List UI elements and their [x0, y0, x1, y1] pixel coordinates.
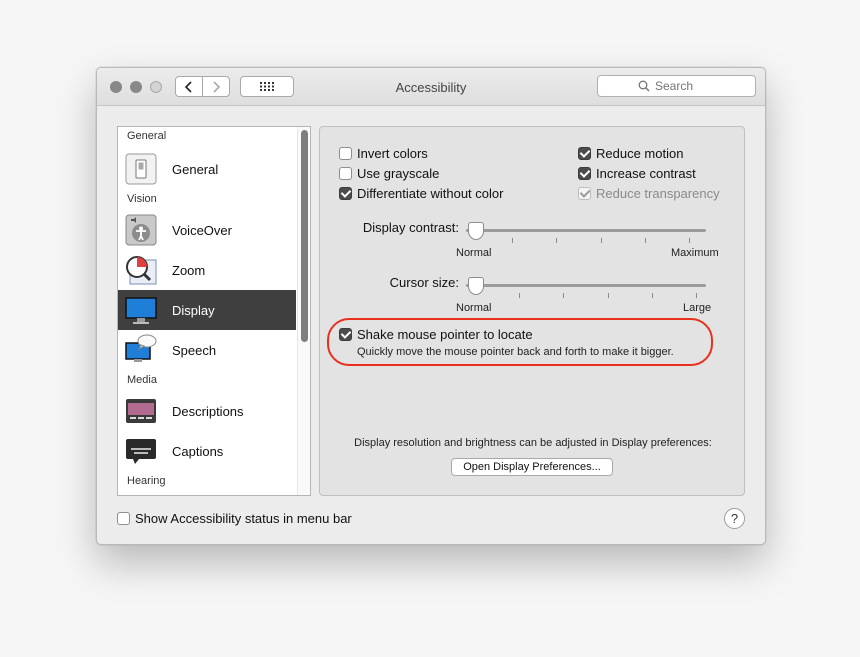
sidebar-item-label: Descriptions: [172, 403, 244, 419]
invert-colors-checkbox[interactable]: Invert colors: [339, 146, 428, 161]
sidebar-scrollbar[interactable]: [297, 127, 310, 495]
slider-track[interactable]: [466, 229, 706, 232]
checkbox-label: Shake mouse pointer to locate: [357, 327, 533, 342]
checkbox-box[interactable]: [117, 512, 130, 525]
slider-tick: [689, 238, 690, 243]
titlebar: Accessibility: [97, 68, 765, 106]
section-vision-header: Vision: [127, 193, 157, 205]
differentiate-without-color-checkbox[interactable]: Differentiate without color: [339, 186, 503, 201]
checkbox-box[interactable]: [578, 167, 591, 180]
sidebar-item-label: Display: [172, 302, 215, 318]
captions-icon: [125, 435, 157, 467]
slider-tick: [696, 293, 697, 298]
speech-icon: [125, 334, 157, 366]
slider-knob[interactable]: [468, 277, 484, 295]
section-hearing-header: Hearing: [127, 475, 166, 487]
sidebar-item-label: Speech: [172, 342, 217, 358]
zoom-icon: [125, 254, 157, 286]
section-media-header: Media: [127, 374, 157, 386]
contrast-min-label: Normal: [456, 247, 492, 259]
contrast-max-label: Maximum: [671, 247, 719, 259]
sidebar-item-label: Zoom: [172, 262, 206, 278]
checkbox-label: Increase contrast: [596, 166, 696, 181]
slider-tick: [512, 238, 513, 243]
highlight-annotation: [327, 318, 713, 366]
category-sidebar: General General Vision VoiceOver Zoom Di: [117, 126, 311, 496]
display-contrast-label: Display contrast:: [362, 220, 459, 235]
cursor-min-label: Normal: [456, 302, 492, 314]
shake-pointer-checkbox[interactable]: Shake mouse pointer to locate: [339, 327, 533, 342]
help-button[interactable]: ?: [724, 508, 745, 529]
checkbox-box[interactable]: [339, 167, 352, 180]
slider-tick: [652, 293, 653, 298]
sidebar-item-general[interactable]: General: [118, 149, 296, 189]
checkbox-label: Use grayscale: [357, 166, 440, 181]
use-grayscale-checkbox[interactable]: Use grayscale: [339, 166, 439, 181]
show-status-menu-checkbox[interactable]: Show Accessibility status in menu bar: [117, 511, 352, 526]
slider-tick: [556, 238, 557, 243]
slider-tick: [563, 293, 564, 298]
checkbox-label: Show Accessibility status in menu bar: [135, 511, 352, 526]
accessibility-window: Accessibility General General Vision Voi…: [96, 67, 766, 545]
checkbox-box[interactable]: [339, 187, 352, 200]
descriptions-icon: [125, 395, 157, 427]
search-input[interactable]: [655, 79, 715, 93]
reduce-transparency-checkbox: Reduce transparency: [578, 186, 720, 201]
sidebar-item-speech[interactable]: Speech: [118, 330, 296, 370]
sidebar-item-voiceover[interactable]: VoiceOver: [118, 210, 296, 250]
checkbox-box[interactable]: [578, 147, 591, 160]
reduce-motion-checkbox[interactable]: Reduce motion: [578, 146, 683, 161]
checkbox-box[interactable]: [339, 328, 352, 341]
cursor-max-label: Large: [683, 302, 712, 314]
checkbox-label: Reduce motion: [596, 146, 684, 161]
voiceover-icon: [125, 214, 157, 246]
sidebar-item-label: Captions: [172, 443, 224, 459]
slider-tick: [645, 238, 646, 243]
checkbox-box[interactable]: [339, 147, 352, 160]
slider-knob[interactable]: [468, 222, 484, 240]
slider-track[interactable]: [466, 284, 706, 287]
search-icon: [638, 80, 650, 92]
sidebar-item-captions[interactable]: Captions: [118, 431, 296, 471]
general-switch-icon: [125, 153, 157, 185]
sidebar-item-label: General: [172, 161, 219, 177]
sidebar-item-label: VoiceOver: [172, 222, 232, 238]
checkbox-box: [578, 187, 591, 200]
sidebar-item-zoom[interactable]: Zoom: [118, 250, 296, 290]
open-display-preferences-button[interactable]: Open Display Preferences...: [451, 458, 613, 476]
checkbox-label: Reduce transparency: [596, 186, 720, 201]
slider-tick: [519, 293, 520, 298]
search-field[interactable]: [597, 75, 756, 97]
checkbox-label: Differentiate without color: [357, 186, 504, 201]
scrollbar-thumb[interactable]: [301, 130, 308, 342]
checkbox-label: Invert colors: [357, 146, 428, 161]
slider-tick: [608, 293, 609, 298]
sidebar-item-descriptions[interactable]: Descriptions: [118, 391, 296, 431]
increase-contrast-checkbox[interactable]: Increase contrast: [578, 166, 696, 181]
section-general-header: General: [127, 130, 167, 142]
cursor-size-label: Cursor size:: [389, 275, 459, 290]
slider-tick: [601, 238, 602, 243]
sidebar-item-display[interactable]: Display: [118, 290, 296, 330]
shake-pointer-description: Quickly move the mouse pointer back and …: [357, 346, 674, 358]
display-settings-panel: Invert colors Use grayscale Differentiat…: [319, 126, 745, 496]
display-icon: [125, 294, 157, 326]
display-prefs-info: Display resolution and brightness can be…: [354, 437, 712, 449]
